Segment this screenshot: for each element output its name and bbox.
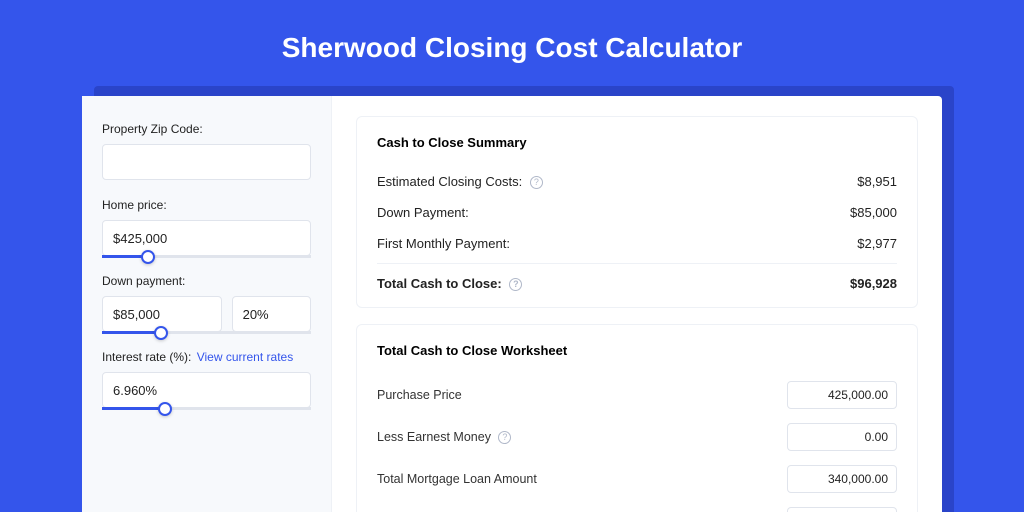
- worksheet-row: Total Second Mortgage Amount ?: [377, 500, 897, 512]
- summary-value: $85,000: [850, 205, 897, 220]
- worksheet-label: Less Earnest Money: [377, 430, 491, 444]
- summary-row: First Monthly Payment: $2,977: [377, 228, 897, 259]
- summary-value: $2,977: [857, 236, 897, 251]
- zip-label: Property Zip Code:: [102, 122, 311, 136]
- interest-rate-slider[interactable]: [102, 407, 311, 410]
- home-price-label: Home price:: [102, 198, 311, 212]
- summary-value: $8,951: [857, 174, 897, 189]
- down-payment-slider[interactable]: [102, 331, 311, 334]
- down-payment-label: Down payment:: [102, 274, 311, 288]
- worksheet-label: Purchase Price: [377, 388, 462, 402]
- home-price-input[interactable]: [102, 220, 311, 256]
- worksheet-row: Less Earnest Money ?: [377, 416, 897, 458]
- worksheet-card: Total Cash to Close Worksheet Purchase P…: [356, 324, 918, 512]
- worksheet-input[interactable]: [787, 507, 897, 512]
- help-icon[interactable]: ?: [509, 278, 522, 291]
- zip-group: Property Zip Code:: [102, 122, 311, 180]
- worksheet-input[interactable]: [787, 465, 897, 493]
- summary-total-value: $96,928: [850, 276, 897, 291]
- down-payment-slider-thumb[interactable]: [154, 326, 168, 340]
- worksheet-row: Total Mortgage Loan Amount: [377, 458, 897, 500]
- summary-total-label: Total Cash to Close:: [377, 276, 502, 291]
- interest-rate-input[interactable]: [102, 372, 311, 408]
- worksheet-row: Purchase Price: [377, 374, 897, 416]
- home-price-slider-thumb[interactable]: [141, 250, 155, 264]
- view-rates-link[interactable]: View current rates: [197, 350, 294, 364]
- worksheet-input[interactable]: [787, 381, 897, 409]
- down-payment-pct-input[interactable]: [232, 296, 311, 332]
- worksheet-title: Total Cash to Close Worksheet: [377, 343, 897, 358]
- summary-label: Down Payment:: [377, 205, 469, 220]
- worksheet-label: Total Mortgage Loan Amount: [377, 472, 537, 486]
- calculator-card: Property Zip Code: Home price: Down paym…: [82, 96, 942, 512]
- zip-input[interactable]: [102, 144, 311, 180]
- summary-label: First Monthly Payment:: [377, 236, 510, 251]
- summary-card: Cash to Close Summary Estimated Closing …: [356, 116, 918, 308]
- summary-total-row: Total Cash to Close: ? $96,928: [377, 263, 897, 299]
- home-price-slider[interactable]: [102, 255, 311, 258]
- interest-rate-slider-thumb[interactable]: [158, 402, 172, 416]
- summary-title: Cash to Close Summary: [377, 135, 897, 150]
- interest-rate-group: Interest rate (%): View current rates: [102, 350, 311, 408]
- page-title: Sherwood Closing Cost Calculator: [282, 32, 742, 64]
- interest-rate-label: Interest rate (%): View current rates: [102, 350, 311, 364]
- summary-label: Estimated Closing Costs:: [377, 174, 522, 189]
- input-pane: Property Zip Code: Home price: Down paym…: [82, 96, 332, 512]
- summary-row: Down Payment: $85,000: [377, 197, 897, 228]
- down-payment-group: Down payment:: [102, 274, 311, 332]
- help-icon[interactable]: ?: [498, 431, 511, 444]
- help-icon[interactable]: ?: [530, 176, 543, 189]
- summary-row: Estimated Closing Costs: ? $8,951: [377, 166, 897, 197]
- results-pane: Cash to Close Summary Estimated Closing …: [332, 96, 942, 512]
- home-price-group: Home price:: [102, 198, 311, 256]
- worksheet-input[interactable]: [787, 423, 897, 451]
